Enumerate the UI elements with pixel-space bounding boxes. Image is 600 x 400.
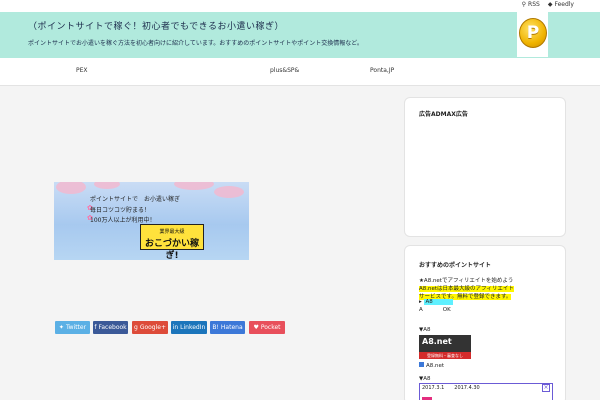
logo-box: P (517, 10, 548, 57)
promo-banner[interactable]: ポイントサイトで お小遣い稼ぎ ✿ 毎日コツコツ貯まる！ ✿ 100万人以上が利… (54, 182, 249, 260)
banner-line-1: ポイントサイトで お小遣い稼ぎ (90, 196, 181, 203)
feed-links: ⚲ RSS ◆ Feedly (522, 1, 574, 8)
site-title[interactable]: （ポイントサイトで稼ぐ！初心者でもできるお小遣い稼ぎ） (28, 19, 284, 32)
a8-logo: A8.net (422, 337, 452, 346)
rss-icon: ⚲ (521, 1, 527, 8)
campaign-dates: 2017.3.1 2017.4.30 (422, 385, 480, 391)
blossom-decoration (214, 186, 244, 198)
share-twitter-button[interactable]: ✦ Twitter (55, 321, 90, 334)
linkedin-icon: in (172, 324, 179, 331)
banner-badge: 業界最大級 おこづかい稼ぎ! (140, 224, 204, 260)
a8-label: ▼A8 (419, 327, 431, 333)
widget-text: A OK (419, 307, 451, 313)
badge-line-1: 業界最大級 (159, 229, 185, 235)
a8-banner-caption: 登録無料・審査なし (419, 352, 471, 359)
widget-text: ▸ A8 (419, 299, 453, 305)
twitter-icon: ✦ (58, 324, 64, 331)
main-nav: PEX plus&SP& Ponta,JP (0, 58, 600, 86)
blossom-decoration (94, 182, 120, 189)
widget-title: おすすめのポイントサイト (419, 262, 492, 269)
widget-text: A8.netは日本最大級のアフィリエイト (419, 284, 514, 292)
share-pocket-button[interactable]: ♥ Pocket (249, 321, 285, 334)
hatena-icon: B! (212, 324, 219, 331)
highlight-link[interactable]: A8 (423, 299, 453, 305)
nav-item-ponta[interactable]: Ponta,JP (370, 67, 394, 74)
feedly-icon: ◆ (547, 1, 553, 8)
widget-title: 広告ADMAX広告 (419, 111, 468, 118)
a8-link[interactable]: A8.net (419, 362, 444, 369)
calendar-label: ▼A8 (419, 376, 431, 382)
share-hatena-button[interactable]: B! Hatena (210, 321, 245, 334)
banner-line-3: 100万人以上が利用中！ (90, 217, 156, 224)
close-icon[interactable]: × (542, 384, 550, 392)
nav-item-pex[interactable]: PEX (76, 67, 88, 74)
sidebar-widget-points: おすすめのポイントサイト ★A8.netでアフィリエイトを始めよう A8.net… (404, 245, 566, 400)
sidebar-widget-ad: 広告ADMAX広告 (404, 97, 566, 237)
feedly-link[interactable]: ◆ Feedly (548, 1, 574, 8)
campaign-box[interactable]: 2017.3.1 2017.4.30 × (419, 383, 553, 400)
facebook-icon: f (94, 324, 97, 331)
point-coin-icon[interactable]: P (519, 18, 547, 48)
blossom-decoration (56, 182, 86, 194)
banner-line-2: 毎日コツコツ貯まる！ (90, 207, 151, 214)
share-facebook-button[interactable]: f Facebook (93, 321, 128, 334)
rss-link[interactable]: ⚲ RSS (522, 1, 540, 8)
pocket-icon: ♥ (253, 324, 259, 331)
site-description: ポイントサイトでお小遣いを稼ぐ方法を初心者向けに紹介しています。おすすめのポイン… (28, 40, 363, 47)
top-bar: ⚲ RSS ◆ Feedly (0, 0, 600, 12)
a8-banner[interactable]: A8.net 登録無料・審査なし (419, 335, 471, 359)
nav-item-plus-sp[interactable]: plus&SP& (270, 67, 299, 74)
site-header: （ポイントサイトで稼ぐ！初心者でもできるお小遣い稼ぎ） ポイントサイトでお小遣い… (0, 12, 600, 58)
blossom-decoration (174, 182, 214, 190)
a8-icon (419, 362, 424, 367)
widget-text: ★A8.netでアフィリエイトを始めよう (419, 278, 514, 284)
badge-line-2: おこづかい稼ぎ! (144, 239, 199, 260)
google-plus-icon: g (134, 324, 138, 331)
share-linkedin-button[interactable]: in LinkedIn (171, 321, 207, 334)
share-google-button[interactable]: g Google+ (132, 321, 168, 334)
